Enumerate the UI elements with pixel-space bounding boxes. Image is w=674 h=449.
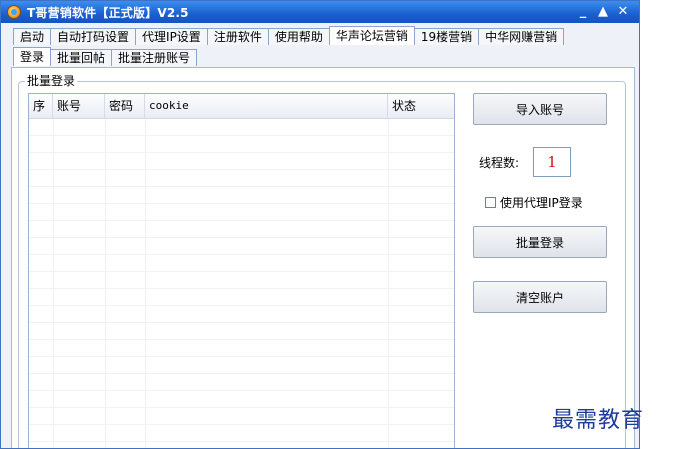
table-row[interactable]: [29, 374, 454, 391]
tab-zhonghua-wangzhuan[interactable]: 中华网赚营销: [478, 28, 565, 45]
tab-19lou[interactable]: 19楼营销: [413, 28, 480, 45]
table-row[interactable]: [29, 289, 454, 306]
table-row[interactable]: [29, 255, 454, 272]
group-title: 批量登录: [25, 74, 78, 88]
tab-batch-reply[interactable]: 批量回帖: [50, 49, 113, 66]
table-row[interactable]: [29, 204, 454, 221]
minimize-icon[interactable]: _: [575, 4, 591, 20]
tab-content: 批量登录 序 账号 密码 cookie 状态 导入账号 线程数: 1 使用代理I…: [11, 67, 635, 448]
close-icon[interactable]: ✕: [615, 4, 631, 20]
column-header-status[interactable]: 状态: [388, 94, 454, 118]
column-header-cookie[interactable]: cookie: [145, 94, 388, 118]
batch-login-group: 批量登录 序 账号 密码 cookie 状态 导入账号 线程数: 1 使用代理I…: [18, 74, 626, 448]
window-title: T哥营销软件【正式版】V2.5: [27, 5, 189, 20]
clear-accounts-button[interactable]: 清空账户: [473, 281, 607, 313]
tab-register-software[interactable]: 注册软件: [206, 28, 269, 45]
table-row[interactable]: [29, 119, 454, 136]
table-row[interactable]: [29, 136, 454, 153]
thread-count-label: 线程数:: [479, 156, 520, 170]
tab-start[interactable]: 启动: [13, 28, 52, 45]
accounts-table[interactable]: 序 账号 密码 cookie 状态: [28, 93, 455, 448]
table-body: [29, 119, 454, 448]
table-row[interactable]: [29, 187, 454, 204]
tab-help[interactable]: 使用帮助: [267, 28, 330, 45]
table-row[interactable]: [29, 408, 454, 425]
table-row[interactable]: [29, 272, 454, 289]
thread-count-input[interactable]: 1: [533, 147, 571, 177]
use-proxy-label: 使用代理IP登录: [500, 196, 583, 210]
table-row[interactable]: [29, 442, 454, 448]
column-header-index[interactable]: 序: [29, 94, 53, 118]
column-header-password[interactable]: 密码: [105, 94, 145, 118]
table-row[interactable]: [29, 153, 454, 170]
table-row[interactable]: [29, 340, 454, 357]
title-bar[interactable]: T哥营销软件【正式版】V2.5 _ ▲ ✕: [1, 1, 639, 23]
tab-batch-register[interactable]: 批量注册账号: [111, 49, 198, 66]
table-row[interactable]: [29, 323, 454, 340]
app-logo-icon: [7, 5, 21, 19]
import-accounts-button[interactable]: 导入账号: [473, 93, 607, 125]
main-window: T哥营销软件【正式版】V2.5 _ ▲ ✕ 启动 自动打码设置 代理IP设置 注…: [0, 0, 640, 449]
use-proxy-checkbox[interactable]: 使用代理IP登录: [485, 194, 583, 211]
table-row[interactable]: [29, 221, 454, 238]
table-row[interactable]: [29, 238, 454, 255]
table-row[interactable]: [29, 425, 454, 442]
table-row[interactable]: [29, 357, 454, 374]
maximize-icon[interactable]: ▲: [595, 4, 611, 20]
tab-huasheng-forum[interactable]: 华声论坛营销: [328, 26, 415, 45]
tab-proxy-settings[interactable]: 代理IP设置: [135, 28, 208, 45]
checkbox-box[interactable]: [485, 197, 496, 208]
window-controls: _ ▲ ✕: [575, 4, 631, 20]
top-tab-bar: 启动 自动打码设置 代理IP设置 注册软件 使用帮助 华声论坛营销 19楼营销 …: [13, 26, 565, 45]
tab-captcha-settings[interactable]: 自动打码设置: [50, 28, 137, 45]
table-row[interactable]: [29, 306, 454, 323]
watermark-text: 最需教育: [552, 408, 645, 433]
sub-tab-bar: 登录 批量回帖 批量注册账号: [13, 47, 198, 66]
table-header: 序 账号 密码 cookie 状态: [29, 94, 454, 119]
table-row[interactable]: [29, 170, 454, 187]
tab-login[interactable]: 登录: [13, 47, 52, 66]
batch-login-button[interactable]: 批量登录: [473, 226, 607, 258]
column-header-account[interactable]: 账号: [53, 94, 105, 118]
table-row[interactable]: [29, 391, 454, 408]
